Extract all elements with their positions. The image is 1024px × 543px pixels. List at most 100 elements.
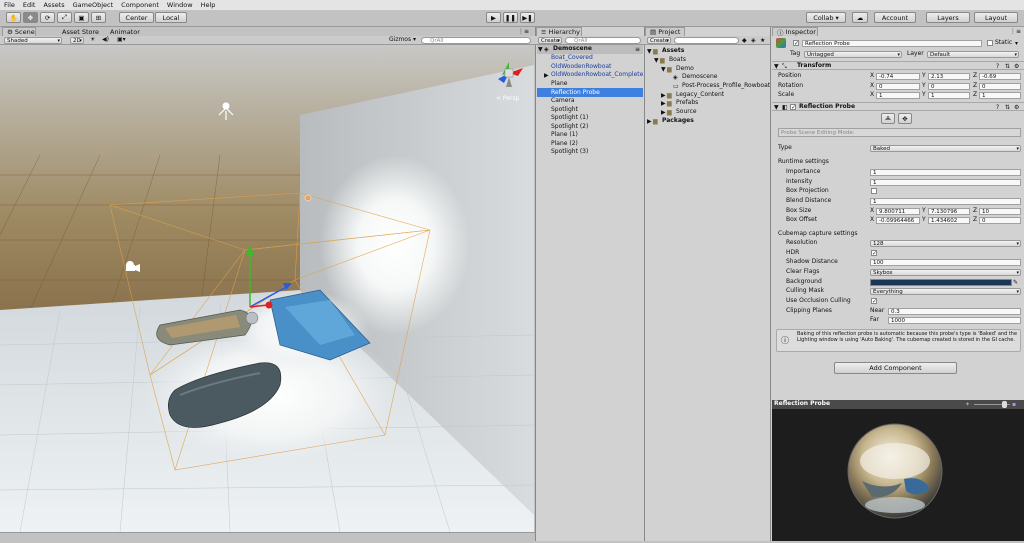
expand-arrow-icon[interactable]: ▼ [538, 46, 543, 53]
static-dropdown-icon[interactable]: ▾ [1015, 40, 1018, 47]
box-size-y-field[interactable]: 7.130796 [928, 208, 970, 215]
scale-x-field[interactable]: 1 [876, 92, 920, 99]
rotation-x-field[interactable]: 0 [876, 83, 920, 90]
box-projection-checkbox[interactable] [871, 188, 877, 194]
filter-type-icon[interactable]: ◆ [742, 37, 747, 44]
project-create-dropdown[interactable]: Create [647, 37, 671, 44]
position-x-field[interactable]: -0.74 [876, 73, 920, 80]
edit-bounds-icon[interactable]: ⟁ [881, 113, 895, 124]
layout-dropdown[interactable]: Layout [974, 12, 1018, 23]
layers-dropdown[interactable]: Layers [926, 12, 970, 23]
project-item[interactable]: Legacy_Content [676, 91, 724, 99]
object-name-field[interactable]: Reflection Probe [802, 40, 982, 47]
menu-edit[interactable]: Edit [23, 1, 36, 9]
box-size-x-field[interactable]: 9.800711 [876, 208, 920, 215]
eyedropper-icon[interactable]: ✎ [1013, 279, 1018, 286]
hierarchy-item[interactable]: OldWoodenRowboat [551, 63, 611, 71]
hierarchy-search-input[interactable]: QrAll [565, 37, 641, 44]
scene-tab-menu-icon[interactable]: ⋮≡ [518, 28, 529, 35]
menu-component[interactable]: Component [121, 1, 159, 9]
account-dropdown[interactable]: Account [874, 12, 916, 23]
hierarchy-item[interactable]: Boat_Covered [551, 54, 593, 62]
tab-animator[interactable]: Animator [106, 27, 150, 36]
cloud-icon[interactable]: ☁ [852, 12, 868, 23]
scale-tool-icon[interactable]: ⤢ [57, 12, 72, 23]
exposure-slider-handle[interactable] [1002, 401, 1007, 408]
rotate-tool-icon[interactable]: ⟳ [40, 12, 55, 23]
fold-arrow-icon[interactable]: ▼ [774, 63, 779, 70]
expand-arrow-icon[interactable]: ▶ [661, 109, 666, 116]
hierarchy-item[interactable]: Spotlight (2) [551, 123, 588, 131]
hierarchy-item-selected[interactable]: Reflection Probe [551, 89, 600, 97]
audio-toggle-icon[interactable]: ◀) [102, 36, 109, 43]
scene-viewport[interactable]: < Persp [0, 45, 534, 532]
hierarchy-item[interactable]: OldWoodenRowboat_Complete [551, 71, 643, 79]
hierarchy-item[interactable]: Plane (2) [551, 140, 578, 148]
expand-arrow-icon[interactable]: ▶ [544, 72, 549, 79]
project-search-input[interactable] [674, 37, 739, 44]
shadow-distance-field[interactable]: 100 [870, 259, 1021, 266]
scene-header-row[interactable]: ▼ ◈ Demoscene ≡ [537, 45, 643, 54]
pivot-center-button[interactable]: Center [119, 12, 154, 23]
box-offset-x-field[interactable]: -0.09964466 [876, 217, 920, 224]
project-item-packages[interactable]: Packages [662, 117, 694, 125]
hierarchy-item[interactable]: Spotlight (3) [551, 148, 588, 156]
scene-search-input[interactable]: QrAll [421, 37, 531, 44]
hand-tool-icon[interactable]: ✋ [6, 12, 21, 23]
help-icon[interactable]: ? [996, 63, 999, 70]
reflection-probe-header[interactable]: ▼ ◧ ✓ Reflection Probe ? ⇅ ⚙ [772, 102, 1024, 111]
edit-origin-icon[interactable]: ✥ [898, 113, 912, 124]
preview-settings-icon[interactable]: ▪ [1012, 401, 1016, 408]
expand-arrow-icon[interactable]: ▼ [654, 57, 659, 64]
scene-menu-icon[interactable]: ≡ [635, 46, 640, 53]
tab-hierarchy[interactable]: ≡ Hierarchy [536, 27, 582, 36]
position-y-field[interactable]: 2.13 [928, 73, 970, 80]
scale-y-field[interactable]: 1 [928, 92, 970, 99]
position-z-field[interactable]: -0.69 [979, 73, 1021, 80]
project-item[interactable]: Prefabs [676, 99, 698, 107]
project-item[interactable]: Demo [676, 65, 694, 73]
collab-button[interactable]: Collab ▾ [806, 12, 846, 23]
hdr-checkbox[interactable]: ✓ [871, 250, 877, 257]
fold-arrow-icon[interactable]: ▼ [774, 104, 779, 111]
expand-arrow-icon[interactable]: ▶ [661, 92, 666, 99]
type-dropdown[interactable]: Baked [870, 145, 1021, 152]
component-menu-icon[interactable]: ⚙ [1014, 104, 1019, 111]
expand-arrow-icon[interactable]: ▶ [647, 118, 652, 125]
clear-flags-dropdown[interactable]: Skybox [870, 269, 1021, 276]
tag-dropdown[interactable]: Untagged [804, 51, 902, 58]
tab-inspector[interactable]: ⓘ Inspector [772, 27, 818, 37]
occlusion-culling-checkbox[interactable]: ✓ [871, 298, 877, 305]
presets-icon[interactable]: ⇅ [1005, 104, 1010, 111]
tab-asset-store[interactable]: Asset Store [58, 27, 104, 36]
pause-button[interactable]: ❚❚ [503, 12, 518, 23]
transform-header[interactable]: ▼ ⤡ Transform ? ⇅ ⚙ [772, 61, 1024, 70]
blend-distance-field[interactable]: 1 [870, 198, 1021, 205]
presets-icon[interactable]: ⇅ [1005, 63, 1010, 70]
expand-arrow-icon[interactable]: ▶ [661, 100, 666, 107]
menu-gameobject[interactable]: GameObject [73, 1, 114, 9]
culling-mask-dropdown[interactable]: Everything [870, 288, 1021, 295]
expand-arrow-icon[interactable]: ▼ [661, 66, 666, 73]
project-item[interactable]: Post-Process_Profile_Rowboat [682, 82, 770, 90]
transform-tool-icon[interactable]: ⊞ [91, 12, 106, 23]
project-item[interactable]: Boats [669, 56, 686, 64]
background-color-swatch[interactable] [870, 279, 1012, 286]
shading-dropdown[interactable]: Shaded [4, 37, 62, 44]
importance-field[interactable]: 1 [870, 169, 1021, 176]
static-checkbox[interactable] [987, 40, 993, 46]
move-tool-icon[interactable]: ✥ [23, 12, 38, 23]
gizmos-dropdown[interactable]: Gizmos ▾ [389, 36, 416, 44]
component-enabled-checkbox[interactable]: ✓ [790, 104, 796, 111]
hierarchy-create-dropdown[interactable]: Create [538, 37, 562, 44]
hierarchy-item[interactable]: Spotlight [551, 106, 578, 114]
component-menu-icon[interactable]: ⚙ [1014, 63, 1019, 70]
resolution-dropdown[interactable]: 128 [870, 240, 1021, 247]
rect-tool-icon[interactable]: ▣ [74, 12, 89, 23]
project-item[interactable]: Source [676, 108, 697, 116]
help-icon[interactable]: ? [996, 104, 999, 111]
near-field[interactable]: 0.3 [888, 308, 1021, 315]
scale-z-field[interactable]: 1 [979, 92, 1021, 99]
favorites-star-icon[interactable]: ★ [760, 37, 765, 44]
hierarchy-item[interactable]: Plane (1) [551, 131, 578, 139]
